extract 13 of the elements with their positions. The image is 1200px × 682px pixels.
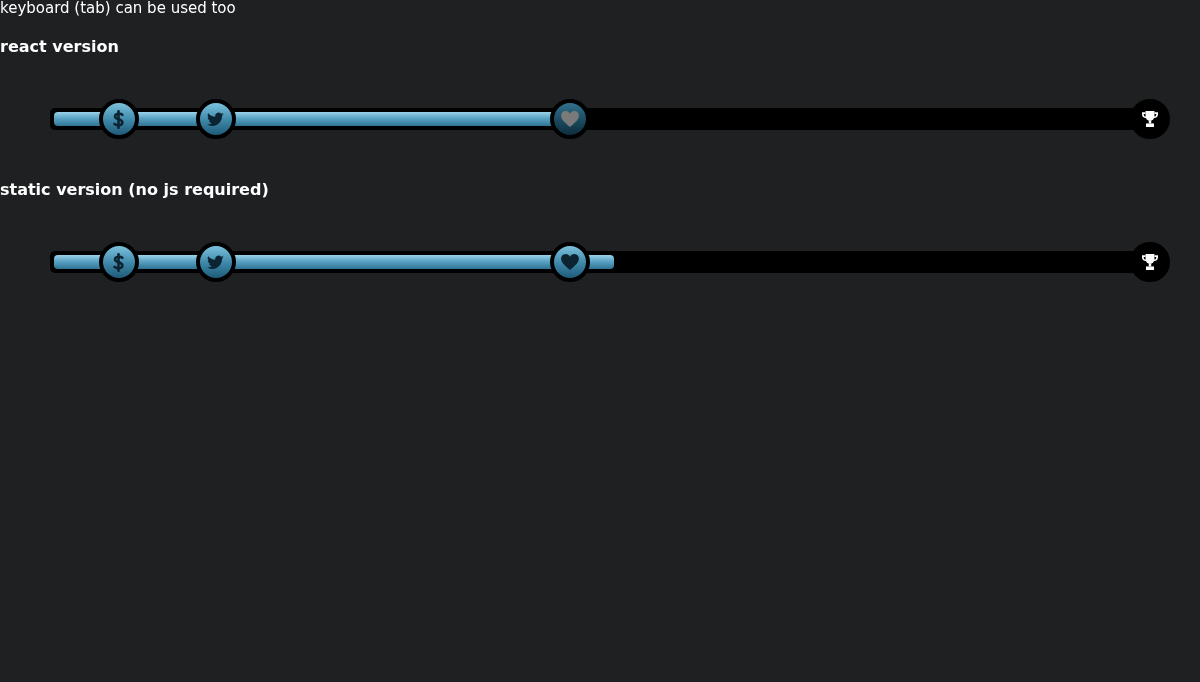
heart-icon [560,111,579,127]
section-heading: static version (no js required) [0,180,269,200]
milestone-button[interactable] [1130,242,1170,282]
bird-icon [207,112,225,126]
trophy-icon [1142,254,1158,270]
trophy-icon [1142,111,1158,127]
dollar-icon [113,252,125,272]
heart-icon [560,254,579,270]
bird-icon [207,255,225,269]
dollar-icon [113,109,125,129]
section-heading: react version [0,37,119,57]
milestone-button[interactable] [1130,99,1170,139]
hint-text: keyboard (tab) can be used too [0,0,236,17]
